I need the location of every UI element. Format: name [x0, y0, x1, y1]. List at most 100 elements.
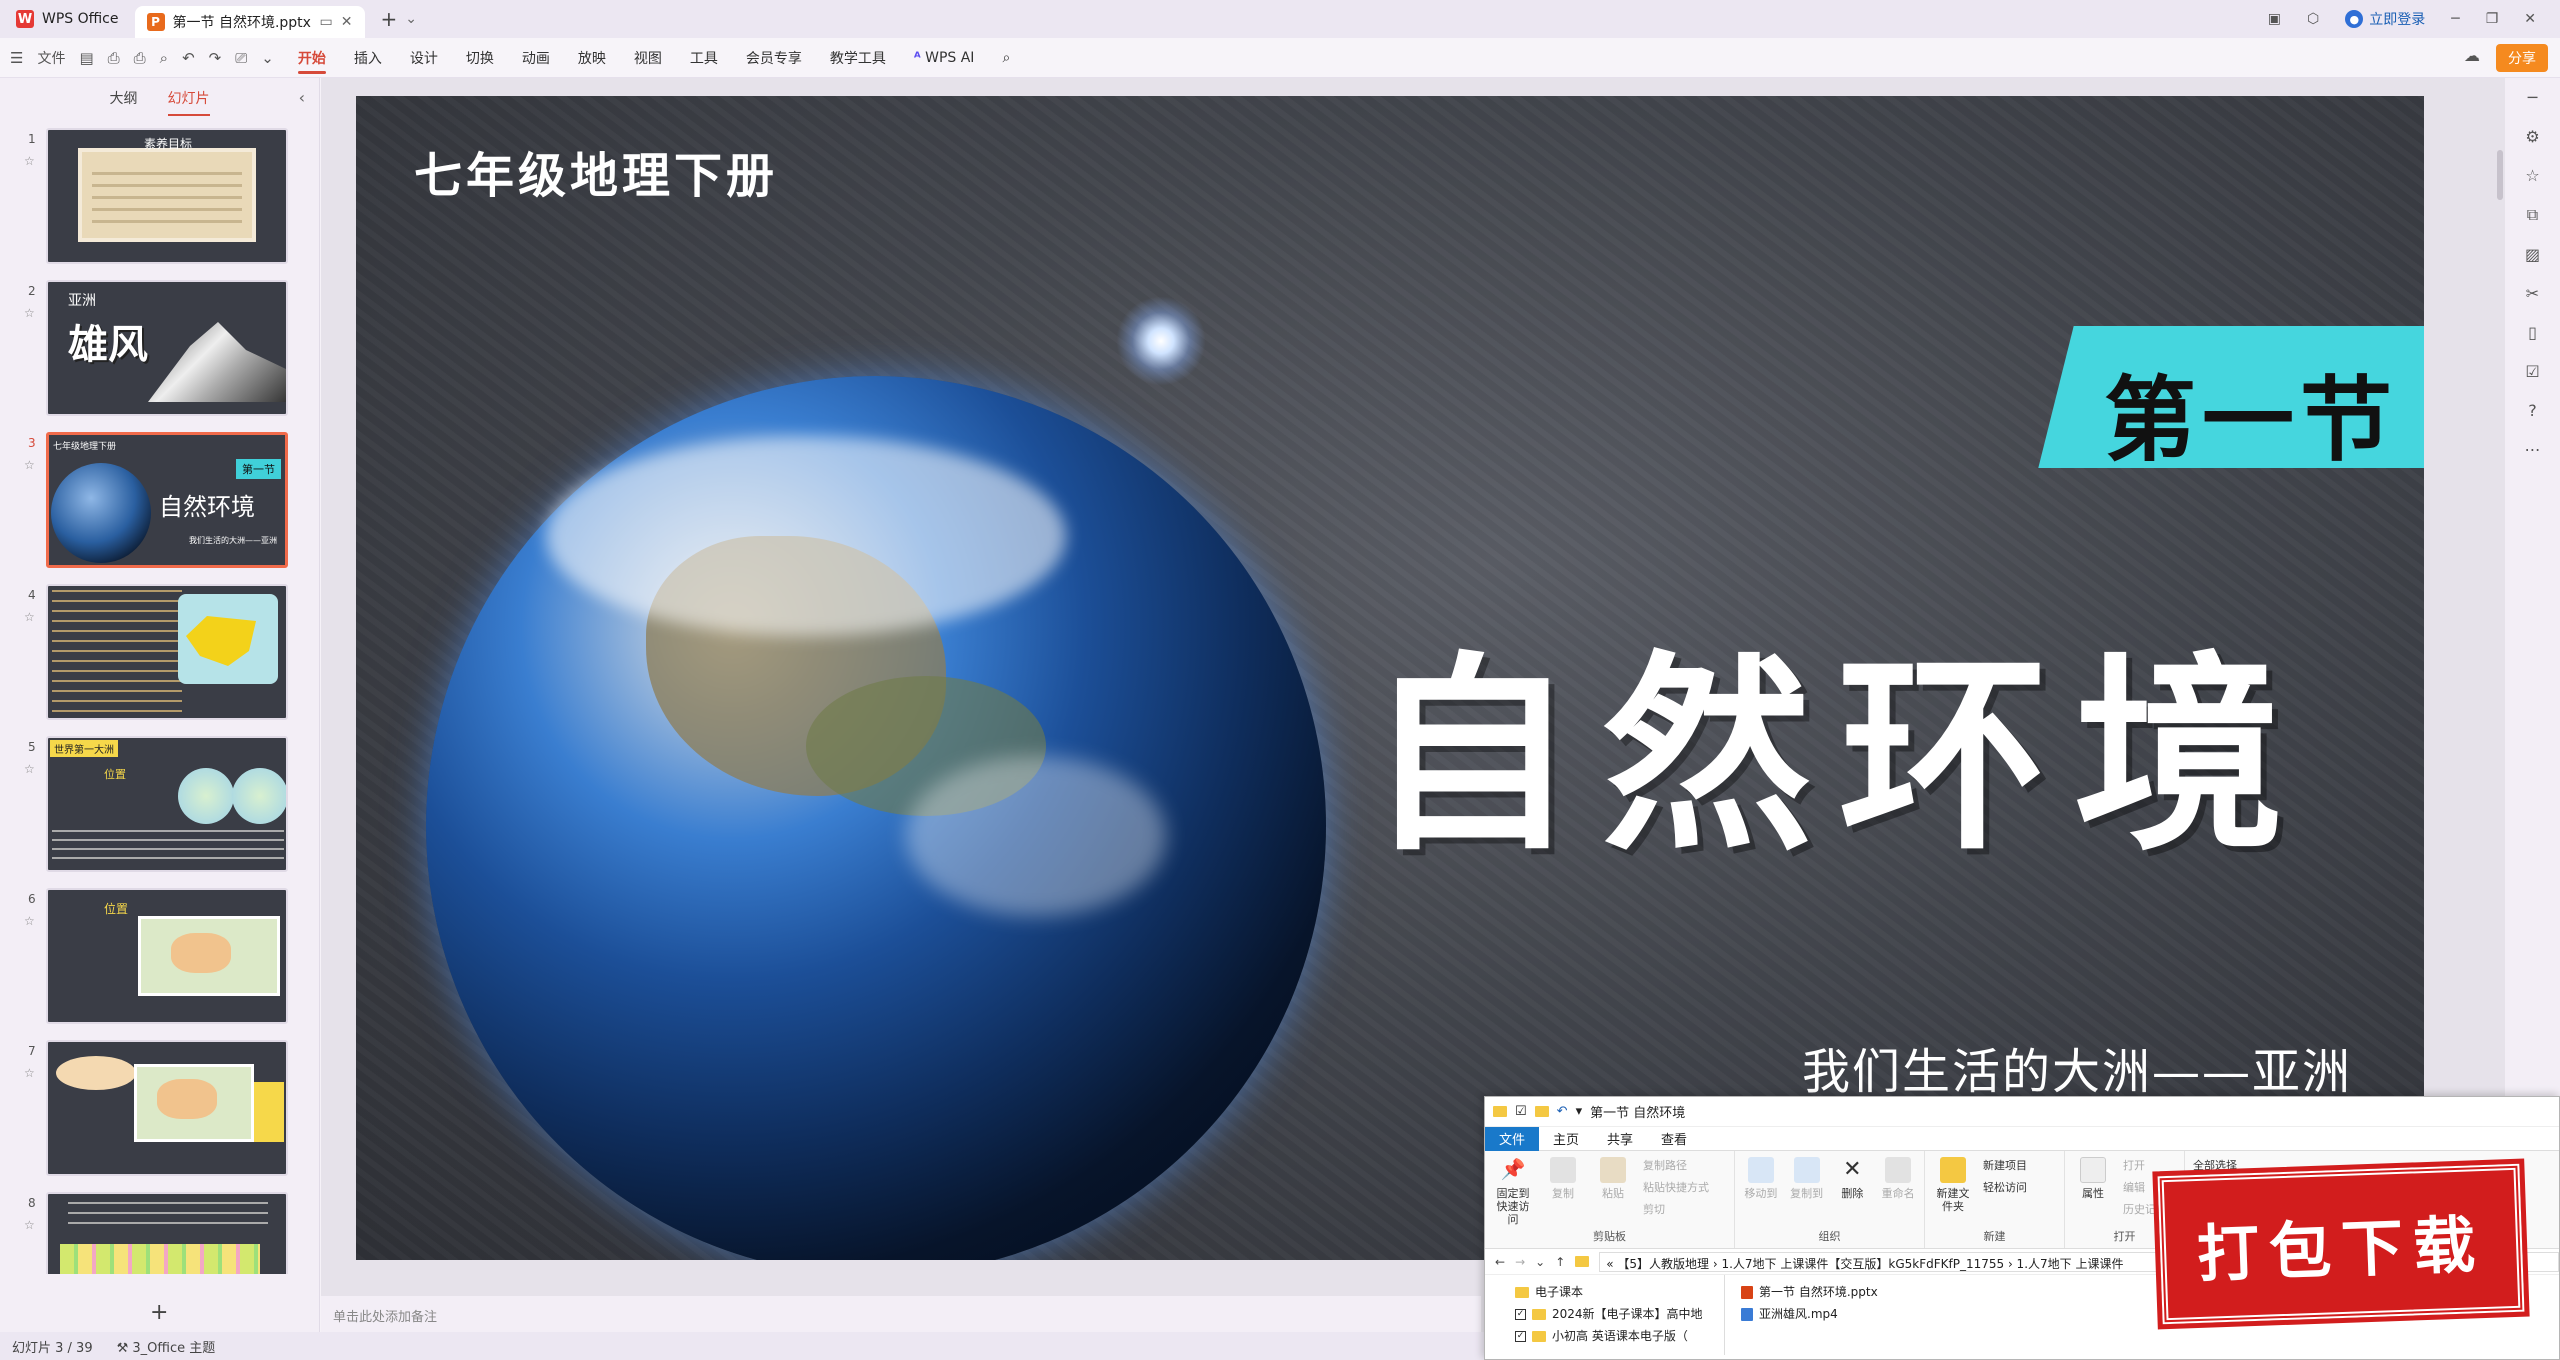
download-package-stamp[interactable]: 打包下载	[2152, 1158, 2530, 1330]
file-menu[interactable]: 文件	[37, 48, 65, 68]
dropdown-icon[interactable]: ▾	[1576, 1104, 1583, 1119]
slide-thumbnail-6[interactable]: 6 ☆ 位置	[0, 888, 320, 1024]
folder-icon[interactable]	[1534, 1106, 1549, 1117]
vertical-scrollbar[interactable]	[2497, 150, 2503, 200]
nav-item[interactable]: ✓ 小初高 英语课本电子版（	[1515, 1325, 1724, 1347]
star-icon[interactable]: ☆	[24, 1218, 35, 1232]
copy-icon[interactable]: ⧉	[2527, 205, 2538, 225]
star-icon[interactable]: ☆	[24, 762, 35, 776]
select-all-button[interactable]: 全部选择	[2193, 1157, 2237, 1173]
form-icon[interactable]: ☑	[2525, 362, 2539, 381]
login-button[interactable]: ● 立即登录	[2345, 9, 2425, 29]
star-icon[interactable]: ☆	[24, 610, 35, 624]
star-icon[interactable]: ☆	[24, 1066, 35, 1080]
close-tab-icon[interactable]: ✕	[341, 14, 353, 30]
back-arrow-icon[interactable]: ←	[1495, 1255, 1505, 1269]
tools-icon[interactable]: ✂	[2526, 284, 2539, 303]
recent-dropdown-icon[interactable]: ⌄	[1535, 1255, 1545, 1269]
slide-thumbnail-1[interactable]: 1 ☆ 素养目标	[0, 128, 320, 264]
undo-icon[interactable]: ↶	[1557, 1104, 1568, 1119]
explorer-tab-file[interactable]: 文件	[1485, 1126, 1540, 1151]
share-button[interactable]: 分享	[2496, 44, 2548, 72]
slide-thumbnail-4[interactable]: 4 ☆	[0, 584, 320, 720]
slide-main-title[interactable]: 自然环境	[1366, 586, 2310, 890]
check-icon[interactable]: ☑	[1515, 1104, 1527, 1119]
slide-thumbnail-8[interactable]: 8 ☆	[0, 1192, 320, 1274]
print-icon[interactable]: ⎙	[134, 49, 146, 67]
book-icon[interactable]: ▯	[2528, 323, 2537, 342]
wps-home-tab[interactable]: W WPS Office	[0, 0, 135, 38]
add-slide-button[interactable]: +	[150, 1300, 168, 1325]
star-icon[interactable]: ☆	[2525, 166, 2539, 185]
copy-path-button[interactable]: 复制路径	[1643, 1157, 1709, 1173]
properties-icon[interactable]: ⚙	[2525, 127, 2539, 146]
monitor-icon[interactable]: ▭	[320, 14, 333, 30]
section-badge-text[interactable]: 第一节	[2104, 346, 2398, 479]
paste-shortcut-button[interactable]: 粘贴快捷方式	[1643, 1179, 1709, 1195]
tab-view[interactable]: 视图	[620, 38, 676, 78]
restore-icon[interactable]: ❐	[2486, 11, 2499, 27]
explorer-tab-home[interactable]: 主页	[1539, 1127, 1593, 1151]
document-tab[interactable]: P 第一节 自然环境.pptx ▭ ✕	[134, 6, 365, 38]
tab-dropdown-icon[interactable]: ⌄	[405, 11, 417, 27]
search-icon[interactable]: ⌕	[988, 38, 1024, 78]
redo-icon[interactable]: ↷	[209, 49, 222, 67]
tab-design[interactable]: 设计	[396, 38, 452, 78]
explorer-tab-view[interactable]: 查看	[1647, 1127, 1701, 1151]
nav-item[interactable]: 电子课本	[1515, 1281, 1724, 1303]
more-icon[interactable]: ⋯	[2525, 440, 2541, 459]
tab-wps-ai[interactable]: ᴬ WPS AI	[900, 38, 989, 78]
checkbox-icon[interactable]: ✓	[1515, 1308, 1526, 1320]
layout-icon[interactable]: ▣	[2268, 11, 2281, 27]
minimize-icon[interactable]: ─	[2451, 11, 2459, 27]
cloud-sync-icon[interactable]: ☁	[2464, 46, 2480, 65]
star-icon[interactable]: ☆	[24, 154, 35, 168]
open-button[interactable]: 打开	[2123, 1157, 2167, 1173]
undo-icon[interactable]: ↶	[182, 49, 195, 67]
thumbnail-tag: 第一节	[236, 459, 281, 479]
slide-thumbnail-2[interactable]: 2 ☆ 亚洲 雄风	[0, 280, 320, 416]
format-painter-icon[interactable]: ⎚	[235, 49, 247, 67]
tab-transition[interactable]: 切换	[452, 38, 508, 78]
tab-slides[interactable]: 幻灯片	[167, 88, 210, 116]
star-icon[interactable]: ☆	[24, 914, 35, 928]
notes-area[interactable]: 单击此处添加备注	[321, 1296, 1481, 1332]
slide-top-title[interactable]: 七年级地理下册	[414, 136, 778, 206]
preview-icon[interactable]: ⌕	[160, 49, 168, 67]
star-icon[interactable]: ☆	[24, 306, 35, 320]
tab-animation[interactable]: 动画	[508, 38, 564, 78]
close-window-icon[interactable]: ✕	[2524, 11, 2536, 27]
easy-access-button[interactable]: 轻松访问	[1983, 1179, 2027, 1195]
help-icon[interactable]: ?	[2528, 401, 2537, 420]
forward-arrow-icon[interactable]: →	[1515, 1255, 1525, 1269]
tab-member[interactable]: 会员专享	[732, 38, 816, 78]
tab-teaching-tools[interactable]: 教学工具	[816, 38, 900, 78]
slide-thumbnail-3[interactable]: 3 ☆ 七年级地理下册 第一节 自然环境 我们生活的大洲——亚洲	[0, 432, 320, 568]
tab-tools[interactable]: 工具	[676, 38, 732, 78]
cube-icon[interactable]: ⬡	[2307, 11, 2319, 27]
slide-subtitle[interactable]: 我们生活的大洲——亚洲	[1802, 1032, 2352, 1102]
new-item-button[interactable]: 新建项目	[1983, 1157, 2027, 1173]
image-icon[interactable]: ▨	[2525, 245, 2540, 264]
tab-home[interactable]: 开始	[284, 38, 340, 78]
theme-indicator[interactable]: ⚒ 3_Office 主题	[117, 1337, 216, 1356]
current-slide[interactable]: 七年级地理下册 第一节 自然环境 我们生活的大洲——亚洲	[356, 96, 2424, 1260]
more-dropdown-icon[interactable]: ⌄	[261, 49, 274, 67]
menu-icon[interactable]: ☰	[10, 49, 23, 67]
cut-button[interactable]: 剪切	[1643, 1201, 1709, 1217]
star-icon[interactable]: ☆	[24, 458, 35, 472]
checkbox-icon[interactable]: ✓	[1515, 1330, 1526, 1342]
tab-insert[interactable]: 插入	[340, 38, 396, 78]
slide-thumbnail-5[interactable]: 5 ☆ 世界第一大洲 位置	[0, 736, 320, 872]
nav-item[interactable]: ✓ 2024新【电子课本】高中地	[1515, 1303, 1724, 1325]
save-icon[interactable]: ▤	[79, 49, 93, 67]
collapse-icon[interactable]: ─	[2528, 88, 2538, 107]
tab-outline[interactable]: 大纲	[110, 88, 138, 108]
up-arrow-icon[interactable]: ↑	[1555, 1255, 1565, 1269]
explorer-tab-share[interactable]: 共享	[1593, 1127, 1647, 1151]
export-icon[interactable]: ⎙	[108, 49, 120, 67]
tab-slideshow[interactable]: 放映	[564, 38, 620, 78]
new-tab-plus-icon[interactable]: +	[381, 7, 398, 31]
slide-thumbnail-7[interactable]: 7 ☆	[0, 1040, 320, 1176]
collapse-panel-icon[interactable]: ‹	[299, 88, 305, 107]
